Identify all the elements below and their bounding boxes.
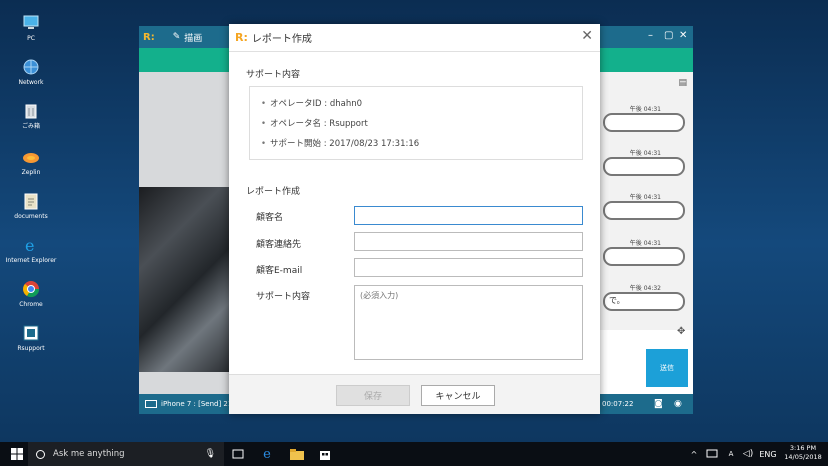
desktop-icon-documents[interactable]: documents [4,192,58,220]
clock-time: 3:16 PM [789,444,817,452]
recycle-bin-icon [22,102,40,120]
cortana-icon [36,449,45,459]
desktop-icon-ie[interactable]: e Internet Explorer [4,236,58,264]
customer-contact-input[interactable] [354,232,583,251]
chat-time: 午後 04:32 [629,285,661,292]
chat-panel: ▤ 午後 04:31 午後 04:31 午後 04:31 午後 04:31 午後… [600,72,693,330]
store-icon[interactable] [314,442,336,466]
device-icon [145,400,157,408]
chat-input-area[interactable]: 送信 [600,345,693,395]
move-icon[interactable]: ✥ [677,326,685,337]
network-tray-icon[interactable] [704,442,720,466]
minimize-icon[interactable]: – [648,30,653,41]
dialog-title: レポート作成 [251,34,312,45]
close-icon[interactable]: ✕ [679,30,687,41]
session-timer: 00:07:22 [602,400,634,408]
tray-clock[interactable]: 3:16 PM 14/05/2018 [780,444,826,462]
file-explorer-icon[interactable] [286,442,308,466]
app-logo: R: [143,31,155,43]
rsupport-logo-icon: R: [235,31,248,44]
pen-icon[interactable]: ✎ [173,32,181,42]
chat-bubble [603,247,685,266]
pc-icon [22,14,40,32]
desktop-icon-rsupport[interactable]: Rsupport [4,324,58,352]
customer-email-label: 顧客E-mail [256,266,303,276]
chat-bubble [603,157,685,176]
svg-text:e: e [25,236,34,254]
desktop-icon-pc[interactable]: PC [4,14,58,42]
dialog-footer: 保存 キャンセル [229,374,600,414]
chat-time: 午後 04:31 [629,150,661,157]
ime-icon[interactable]: ENG [759,442,776,466]
device-screen-image [139,187,229,372]
section-report-heading: レポート作成 [246,187,301,197]
camera-icon[interactable]: ◙ [654,394,663,414]
status-text: iPhone 7 : [Send] 21. [161,400,235,408]
language-icon[interactable]: A [724,442,738,466]
desktop-icon-recycle[interactable]: ごみ箱 [4,102,58,130]
support-info-box: オペレータID : dhahn0 オペレータ名 : Rsupport サポート開… [249,86,583,160]
search-placeholder: Ask me anything [53,449,125,459]
chat-time: 午後 04:31 [629,106,661,113]
section-support-heading: サポート内容 [246,70,301,80]
chat-bubble [603,201,685,220]
save-button[interactable]: 保存 [336,385,410,406]
info-operator-id: オペレータID : dhahn0 [261,94,582,114]
volume-icon[interactable]: ◁) [740,442,756,466]
maximize-icon[interactable]: ▢ [664,30,673,41]
desktop-icon-zeplin[interactable]: Zeplin [4,148,58,176]
desktop-icon-network[interactable]: Network [4,58,58,86]
info-support-start: サポート開始 : 2017/08/23 17:31:16 [261,134,582,154]
desktop-icon-chrome[interactable]: Chrome [4,280,58,308]
chat-bubble-text: で。 [603,292,685,311]
zeplin-icon [22,148,40,166]
report-dialog: R: レポート作成 ✕ サポート内容 オペレータID : dhahn0 オペレー… [229,24,600,414]
network-icon [22,58,40,76]
dialog-close-button[interactable]: ✕ [581,28,593,44]
taskbar: Ask me anything 🎙 e ^ A ◁) ENG 3:16 PM 1… [0,442,828,466]
customer-contact-label: 顧客連絡先 [256,240,302,250]
customer-name-input[interactable] [354,206,583,225]
customer-name-label: 顧客名 [256,213,284,223]
clipboard-icon[interactable]: ▤ [678,78,687,88]
customer-email-input[interactable] [354,258,583,277]
device-screen-panel [139,72,229,394]
cancel-button[interactable]: キャンセル [421,385,495,406]
support-content-label: サポート内容 [256,292,311,302]
info-operator-name: オペレータ名 : Rsupport [261,114,582,134]
clock-date: 14/05/2018 [784,453,822,461]
chat-bubble [603,113,685,132]
chevron-up-icon[interactable]: ^ [688,442,700,466]
edge-icon[interactable]: e [256,442,278,466]
record-icon[interactable]: ◉ [674,394,682,414]
windows-start-icon[interactable] [6,442,28,466]
task-view-icon[interactable] [228,442,248,466]
rsupport-icon [22,324,40,342]
microphone-icon[interactable]: 🎙 [205,449,216,459]
send-button[interactable]: 送信 [646,349,688,387]
folder-icon [22,192,40,210]
ie-icon: e [22,236,40,255]
chrome-icon [22,280,40,298]
support-content-textarea[interactable] [354,285,583,360]
cortana-search-box[interactable]: Ask me anything 🎙 [28,442,224,466]
chat-time: 午後 04:31 [629,240,661,247]
chat-time: 午後 04:31 [629,194,661,201]
dialog-header: R: レポート作成 [229,24,600,52]
draw-menu[interactable]: 描画 [184,31,202,44]
